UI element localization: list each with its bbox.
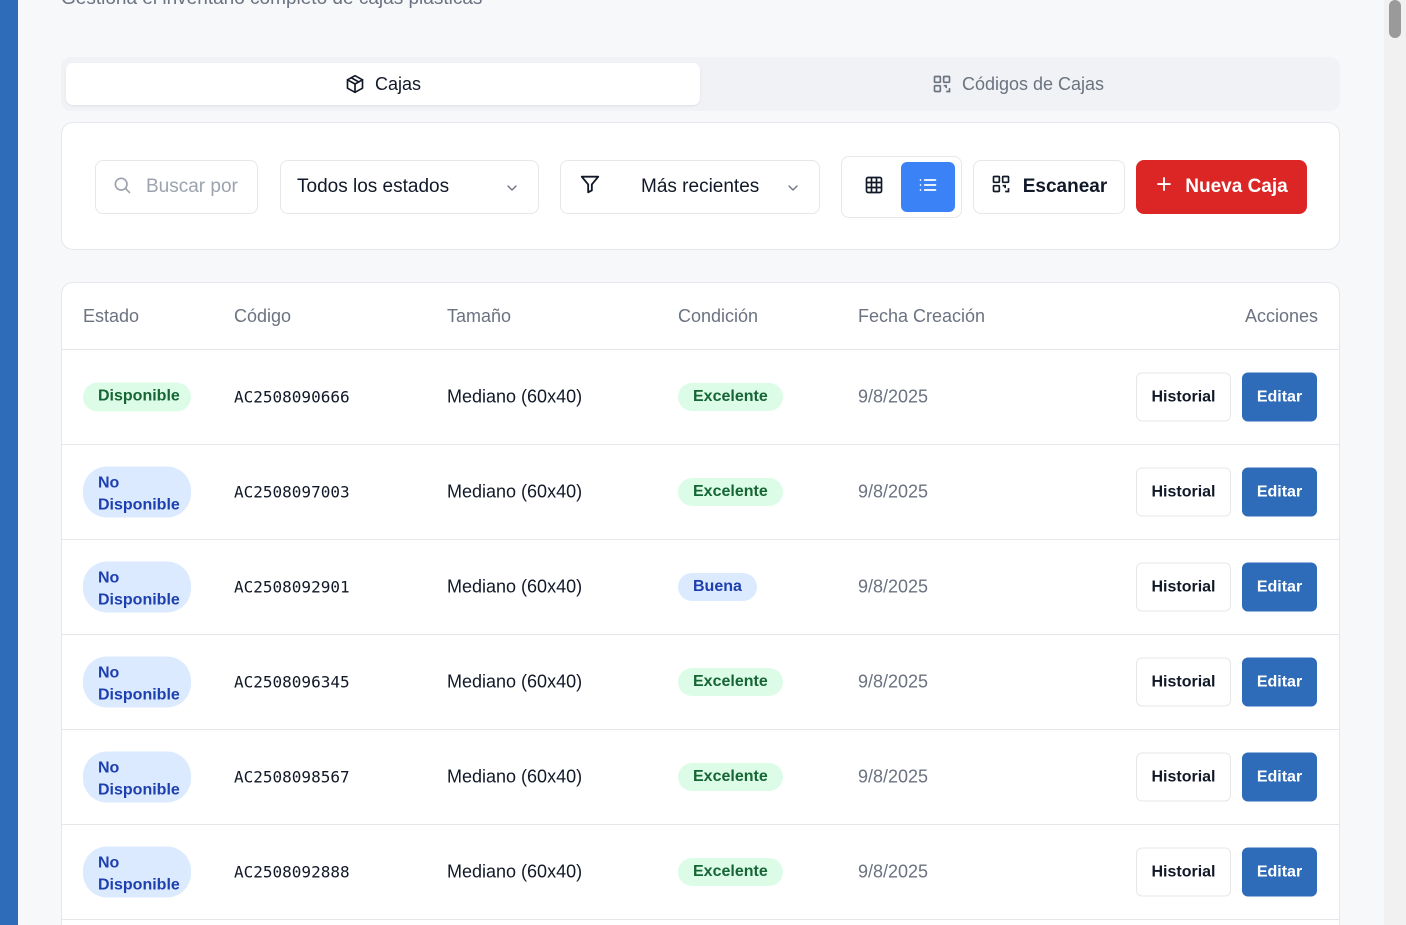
filter-toolbar: Todos los estados Más recientes [61,122,1340,250]
header-condicion[interactable]: Condición [678,306,758,327]
scan-label: Escanear [1022,176,1108,197]
search-icon [112,175,132,200]
box-code: AC2508090666 [234,387,350,407]
header-acciones: Acciones [1244,306,1318,326]
table-header: Estado Código Tamaño Condición Fecha Cre… [62,283,1339,350]
chevron-down-icon [785,180,801,202]
view-toggle [841,156,962,218]
new-box-label: Nueva Caja [1185,176,1288,197]
qr-code-icon [932,74,952,94]
chevron-down-icon [504,180,520,202]
table-row: No Disponible AC2508092901 Mediano (60x4… [62,540,1339,635]
header-estado[interactable]: Estado [83,306,139,327]
status-badge: No Disponible [83,656,191,708]
history-button[interactable]: Historial [1136,467,1231,517]
tab-label: Códigos de Cajas [961,73,1105,94]
edit-button[interactable]: Editar [1242,847,1317,897]
box-code: AC2508098567 [234,767,350,787]
list-icon [918,175,938,200]
table-row: Disponible AC2508090666 Mediano (60x40) … [62,350,1339,445]
history-button[interactable]: Historial [1136,562,1231,612]
condition-badge: Excelente [678,478,783,506]
box-code: AC2508096345 [234,672,350,692]
status-filter-value: Todos los estados [297,176,450,197]
table-row: No Disponible AC2508096345 Mediano (60x4… [62,635,1339,730]
history-button[interactable]: Historial [1136,372,1231,422]
history-button[interactable]: Historial [1136,657,1231,707]
edit-button[interactable]: Editar [1242,372,1317,422]
edit-button[interactable]: Editar [1242,752,1317,802]
condition-badge: Excelente [678,383,783,411]
sidebar-rail [0,0,18,925]
box-code: AC2508097003 [234,482,350,502]
condition-badge: Excelente [678,763,783,791]
history-button[interactable]: Historial [1136,847,1231,897]
creation-date: 9/8/2025 [858,766,929,787]
header-codigo[interactable]: Código [234,306,291,327]
boxes-table: Estado Código Tamaño Condición Fecha Cre… [61,282,1340,925]
box-code: AC2508092888 [234,862,350,882]
creation-date: 9/8/2025 [858,671,929,692]
grid-view-button[interactable] [847,162,901,212]
search-box[interactable] [95,160,258,214]
scrollbar-thumb[interactable] [1389,0,1401,38]
creation-date: 9/8/2025 [858,861,929,882]
box-size: Mediano (60x40) [447,386,583,407]
edit-button[interactable]: Editar [1242,657,1317,707]
status-badge: Disponible [83,382,191,412]
list-view-button[interactable] [901,162,955,212]
condition-badge: Buena [678,573,757,601]
table-row: No Disponible AC2508098567 Mediano (60x4… [62,730,1339,825]
filter-icon [579,173,601,201]
history-button[interactable]: Historial [1136,752,1231,802]
box-size: Mediano (60x40) [447,766,583,787]
box-size: Mediano (60x40) [447,861,583,882]
status-badge: No Disponible [83,846,191,898]
search-input[interactable] [146,176,246,198]
status-badge: No Disponible [83,751,191,803]
edit-button[interactable]: Editar [1242,562,1317,612]
header-tamano[interactable]: Tamaño [447,306,511,327]
table-row: No Disponible AC2508097003 Mediano (60x4… [62,445,1339,540]
scan-button[interactable]: Escanear [973,160,1125,214]
tab-codigos[interactable]: Códigos de Cajas [701,63,1335,105]
creation-date: 9/8/2025 [858,386,929,407]
status-badge: No Disponible [83,466,191,518]
creation-date: 9/8/2025 [858,576,929,597]
new-box-button[interactable]: Nueva Caja [1136,160,1307,214]
tab-cajas[interactable]: Cajas [66,63,700,105]
edit-button[interactable]: Editar [1242,467,1317,517]
box-size: Mediano (60x40) [447,576,583,597]
page-subtitle: Gestiona el inventario completo de cajas… [61,0,482,10]
scrollbar[interactable] [1384,0,1406,925]
sort-value: Más recientes [641,176,760,197]
sort-select[interactable]: Más recientes [560,160,820,214]
header-fecha[interactable]: Fecha Creación [858,306,985,327]
plus-icon [1155,175,1173,199]
status-badge: No Disponible [83,561,191,613]
box-code: AC2508092901 [234,577,350,597]
grid-icon [864,175,884,200]
status-filter-select[interactable]: Todos los estados [280,160,539,214]
condition-badge: Excelente [678,858,783,886]
creation-date: 9/8/2025 [858,481,929,502]
condition-badge: Excelente [678,668,783,696]
box-size: Mediano (60x40) [447,481,583,502]
qr-code-icon [991,174,1011,200]
box-icon [345,74,365,94]
tab-bar: Cajas Códigos de Cajas [61,57,1340,111]
box-size: Mediano (60x40) [447,671,583,692]
tab-label: Cajas [374,73,422,94]
table-row: No Disponible AC2508092888 Mediano (60x4… [62,825,1339,920]
